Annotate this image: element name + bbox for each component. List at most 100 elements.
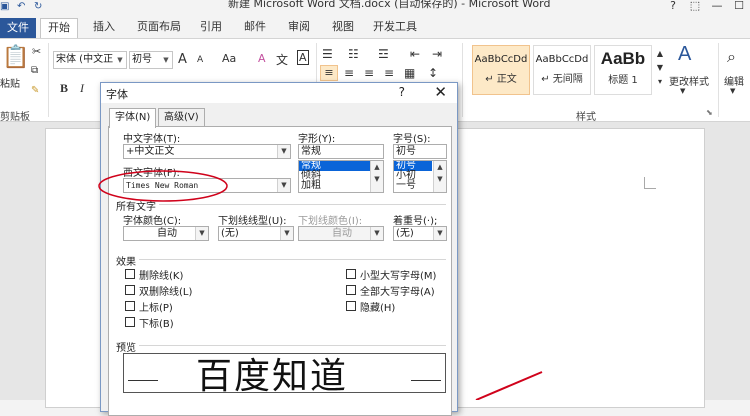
superscript-label: 上标(P) bbox=[139, 303, 173, 314]
dialog-launcher-icon[interactable]: ⬊ bbox=[706, 108, 713, 117]
tab-review[interactable]: 审阅 bbox=[284, 18, 314, 38]
tab-home[interactable]: 开始 bbox=[40, 18, 78, 40]
subscript-checkbox[interactable] bbox=[125, 317, 135, 327]
tab-view[interactable]: 视图 bbox=[328, 18, 358, 38]
emphasis-mark-value: (无) bbox=[396, 228, 414, 239]
numbering-icon[interactable]: ☷ bbox=[348, 47, 359, 61]
tab-references[interactable]: 引用 bbox=[196, 18, 226, 38]
all-caps-checkbox[interactable] bbox=[346, 285, 356, 295]
list-scrollbar[interactable]: ▲ ▼ bbox=[433, 161, 446, 192]
align-center-icon[interactable]: ≡ bbox=[344, 66, 354, 80]
chevron-down-icon: ▼ bbox=[433, 227, 446, 240]
line-spacing-icon[interactable]: ↕ bbox=[428, 66, 438, 80]
font-dialog: 字体 ? ✕ 字体(N) 高级(V) 中文字体(T): +中文正文 ▼ 西文字体(… bbox=[98, 82, 458, 416]
tab-advanced[interactable]: 高级(V) bbox=[158, 108, 205, 127]
hidden-checkbox[interactable] bbox=[346, 301, 356, 311]
style-normal[interactable]: AaBbCcDd ↵ 正文 bbox=[472, 45, 530, 95]
emphasis-mark-select[interactable]: (无) ▼ bbox=[393, 226, 447, 241]
save-icon[interactable]: ▣ bbox=[0, 2, 12, 12]
font-style-list[interactable]: 常规 倾斜 加粗 ▲ ▼ bbox=[298, 160, 384, 193]
cut-icon[interactable]: ✂ bbox=[32, 45, 41, 58]
dialog-help-button[interactable]: ? bbox=[399, 85, 405, 99]
chevron-down-icon: ▼ bbox=[680, 87, 686, 95]
shrink-font-button[interactable]: A bbox=[197, 55, 203, 65]
align-left-icon[interactable]: ≡ bbox=[320, 65, 338, 81]
small-caps-label: 小型大写字母(M) bbox=[360, 271, 437, 282]
italic-button[interactable]: I bbox=[80, 81, 84, 96]
help-button[interactable]: ? bbox=[662, 0, 684, 12]
dialog-title: 字体 bbox=[106, 88, 128, 101]
emphasis-mark-label: 着重号(·); bbox=[393, 216, 438, 227]
chevron-down-icon: ▼ bbox=[117, 56, 123, 64]
ribbon-display-button[interactable]: ⬚ bbox=[684, 0, 706, 12]
change-case-button[interactable]: Aa bbox=[222, 52, 236, 65]
copy-icon[interactable]: ⧉ bbox=[31, 65, 38, 76]
tab-file[interactable]: 文件 bbox=[0, 18, 36, 40]
tab-mailings[interactable]: 邮件 bbox=[240, 18, 270, 38]
list-scrollbar[interactable]: ▲ ▼ bbox=[370, 161, 383, 192]
font-size-input[interactable]: 初号 bbox=[393, 144, 447, 159]
annotation-ellipse-shape bbox=[98, 170, 228, 202]
redo-icon[interactable]: ↻ bbox=[34, 2, 46, 12]
underline-type-label: 下划线线型(U): bbox=[218, 216, 287, 227]
underline-type-value: (无) bbox=[221, 228, 239, 239]
paste-button[interactable]: 粘贴 bbox=[0, 75, 20, 90]
double-strikethrough-checkbox[interactable] bbox=[125, 285, 135, 295]
phonetic-guide-button[interactable]: 文 bbox=[276, 51, 288, 68]
style-name: ↵ 无间隔 bbox=[541, 74, 583, 85]
decrease-indent-icon[interactable]: ⇤ bbox=[410, 47, 420, 61]
edit-icon[interactable]: ⌕ bbox=[727, 47, 736, 67]
maximize-button[interactable]: ☐ bbox=[728, 0, 750, 12]
style-name: ↵ 正文 bbox=[485, 74, 517, 85]
tab-page-layout[interactable]: 页面布局 bbox=[134, 18, 184, 38]
superscript-checkbox[interactable] bbox=[125, 301, 135, 311]
character-border-button[interactable]: A bbox=[297, 50, 309, 65]
tab-font[interactable]: 字体(N) bbox=[109, 108, 157, 128]
font-tab-panel: 中文字体(T): +中文正文 ▼ 西文字体(F): Times New Roman… bbox=[98, 126, 452, 416]
multilevel-list-icon[interactable]: ☲ bbox=[378, 47, 389, 61]
font-color-select[interactable]: 自动 ▼ bbox=[123, 226, 209, 241]
font-name-combo[interactable]: 宋体 (中文正 ▼ bbox=[53, 51, 127, 69]
underline-color-value: 自动 bbox=[332, 228, 352, 239]
font-size-combo[interactable]: 初号 ▼ bbox=[129, 51, 173, 69]
margin-marker bbox=[644, 177, 656, 189]
align-right-icon[interactable]: ≡ bbox=[364, 66, 374, 80]
quick-access-toolbar: ▣ ↶ ↻ bbox=[0, 0, 51, 12]
title-bar: ▣ ↶ ↻ 新建 Microsoft Word 文档.docx (自动保存的) - … bbox=[0, 0, 750, 14]
bold-button[interactable]: B bbox=[60, 81, 68, 96]
styles-group-label: 样式 bbox=[576, 112, 596, 123]
edit-button[interactable]: 编辑 bbox=[724, 73, 744, 88]
dialog-close-button[interactable]: ✕ bbox=[434, 83, 447, 101]
underline-color-select[interactable]: 自动 ▼ bbox=[298, 226, 384, 241]
style-name: 标题 1 bbox=[608, 75, 638, 86]
bullets-icon[interactable]: ☰ bbox=[322, 47, 333, 61]
change-styles-icon[interactable]: A bbox=[678, 43, 691, 66]
underline-type-select[interactable]: (无) ▼ bbox=[218, 226, 294, 241]
underline-color-label: 下划线颜色(I): bbox=[298, 216, 363, 227]
preview-heading: 预览 bbox=[116, 343, 136, 354]
distributed-icon[interactable]: ▦ bbox=[404, 66, 415, 80]
chinese-font-select[interactable]: +中文正文 ▼ bbox=[123, 144, 291, 159]
justify-icon[interactable]: ≡ bbox=[384, 66, 394, 80]
chinese-font-label: 中文字体(T): bbox=[123, 134, 181, 145]
font-size-value: 初号 bbox=[132, 54, 152, 65]
style-sample: AaBbCcDd bbox=[474, 54, 528, 65]
undo-icon[interactable]: ↶ bbox=[17, 2, 29, 12]
tab-developer[interactable]: 开发工具 bbox=[370, 18, 420, 38]
strikethrough-checkbox[interactable] bbox=[125, 269, 135, 279]
change-styles-button[interactable]: 更改样式 bbox=[669, 73, 709, 88]
font-size-list[interactable]: 初号 小初 一号 ▲ ▼ bbox=[393, 160, 447, 193]
increase-indent-icon[interactable]: ⇥ bbox=[432, 47, 442, 61]
style-no-spacing[interactable]: AaBbCcDd ↵ 无间隔 bbox=[533, 45, 591, 95]
paste-icon[interactable]: 📋 bbox=[2, 45, 29, 70]
tab-insert[interactable]: 插入 bbox=[88, 18, 120, 38]
style-heading-1[interactable]: AaBb 标题 1 bbox=[594, 45, 652, 95]
clipboard-group-label: 剪贴板 bbox=[0, 112, 30, 123]
grow-font-button[interactable]: A bbox=[178, 52, 187, 67]
small-caps-checkbox[interactable] bbox=[346, 269, 356, 279]
minimize-button[interactable]: — bbox=[706, 0, 728, 12]
format-painter-icon[interactable]: ✎ bbox=[31, 85, 39, 96]
font-style-input[interactable]: 常规 bbox=[298, 144, 384, 159]
styles-scroll-icon[interactable]: ▲ ▼ ▾ bbox=[655, 47, 665, 89]
clear-formatting-button[interactable]: A bbox=[258, 52, 266, 65]
